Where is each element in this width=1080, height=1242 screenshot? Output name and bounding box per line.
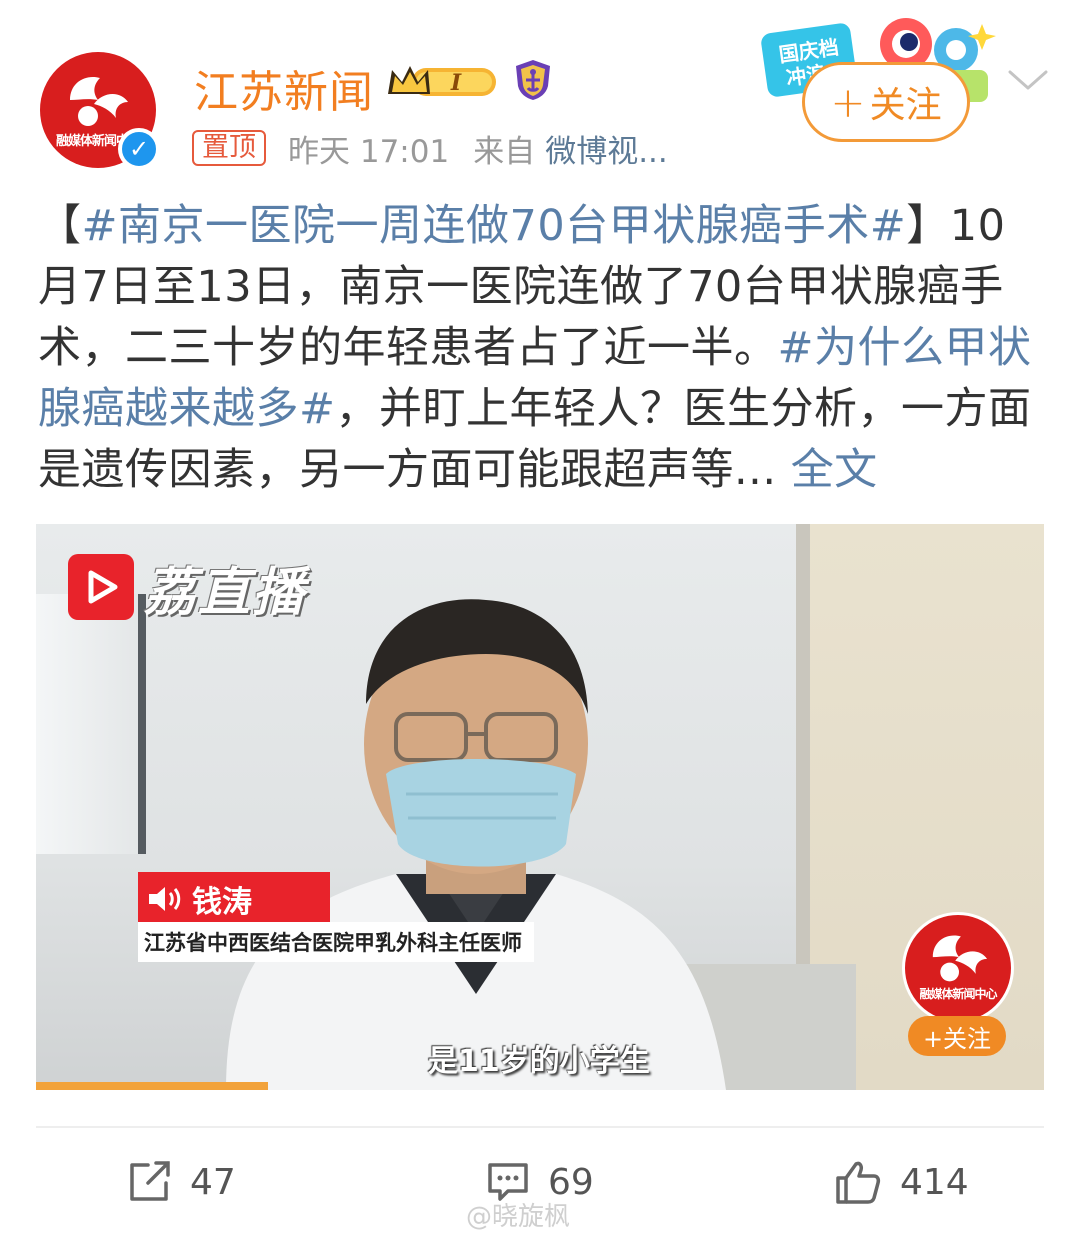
lizhibo-logo-icon xyxy=(68,554,134,620)
read-more-link[interactable]: 全文 xyxy=(791,445,878,495)
verified-icon: ✓ xyxy=(118,128,160,170)
source-prefix: 来自 xyxy=(473,133,536,170)
watermark-logo: 融媒体新闻中心 xyxy=(902,912,1014,1024)
doctor-figure xyxy=(226,599,726,1090)
level-badge-text: I xyxy=(450,70,462,96)
thumbs-up-icon xyxy=(836,1161,881,1204)
ellipsis: ... xyxy=(734,445,777,495)
video-subtitle: 是11岁的小学生 xyxy=(428,1044,650,1079)
follow-label: 关注 xyxy=(869,85,942,126)
share-icon xyxy=(130,1161,170,1201)
crown-level-badge-icon: I xyxy=(388,66,496,96)
share-count: 47 xyxy=(190,1161,236,1203)
footer-watermark: @晓旋枫 xyxy=(466,1202,571,1232)
speaker-icon xyxy=(138,872,192,926)
jiangsu-news-logo-icon xyxy=(932,935,988,982)
shield-badge-icon xyxy=(516,60,550,100)
watermark-logo-label: 融媒体新闻中心 xyxy=(919,987,997,1001)
speaker-name: 钱涛 xyxy=(192,885,252,920)
speaker-title: 江苏省中西医结合医院甲乳外科主任医师 xyxy=(138,922,534,962)
topic-link[interactable]: #南京一医院一周连做70台甲状腺癌手术# xyxy=(82,201,907,251)
post-body: 【#南京一医院一周连做70台甲状腺癌手术#】10月7日至13日，南京一医院连做了… xyxy=(38,196,1044,501)
video-player[interactable]: 荔直播 钱涛 江苏省中西医结合医院甲乳外科主任医师 是11岁的小学生 融媒体新闻… xyxy=(36,524,1044,1090)
bracket-close: 】 xyxy=(906,201,950,251)
post-meta: 置顶 昨天 17:01 来自 微博视... xyxy=(192,126,668,171)
post-time: 昨天 17:01 xyxy=(288,133,450,170)
like-button[interactable]: 414 xyxy=(834,1158,969,1206)
divider xyxy=(36,1126,1044,1128)
video-follow-button[interactable]: +关注 xyxy=(908,1016,1006,1056)
chevron-down-icon[interactable] xyxy=(1006,66,1050,94)
wall-cabinet xyxy=(36,594,146,854)
speaker-name-bar: 钱涛 xyxy=(138,872,330,926)
username[interactable]: 江苏新闻 xyxy=(194,56,374,120)
jiangsu-news-logo-icon xyxy=(70,76,128,126)
bracket-open: 【 xyxy=(38,201,82,251)
follow-button[interactable]: + 关注 xyxy=(802,62,970,142)
pinned-badge: 置顶 xyxy=(192,130,266,166)
share-button[interactable]: 47 xyxy=(126,1158,236,1206)
post-source[interactable]: 微博视... xyxy=(545,126,668,171)
like-count: 414 xyxy=(900,1161,969,1203)
plus-icon: + xyxy=(830,77,866,127)
video-progress-bar[interactable] xyxy=(36,1082,268,1090)
